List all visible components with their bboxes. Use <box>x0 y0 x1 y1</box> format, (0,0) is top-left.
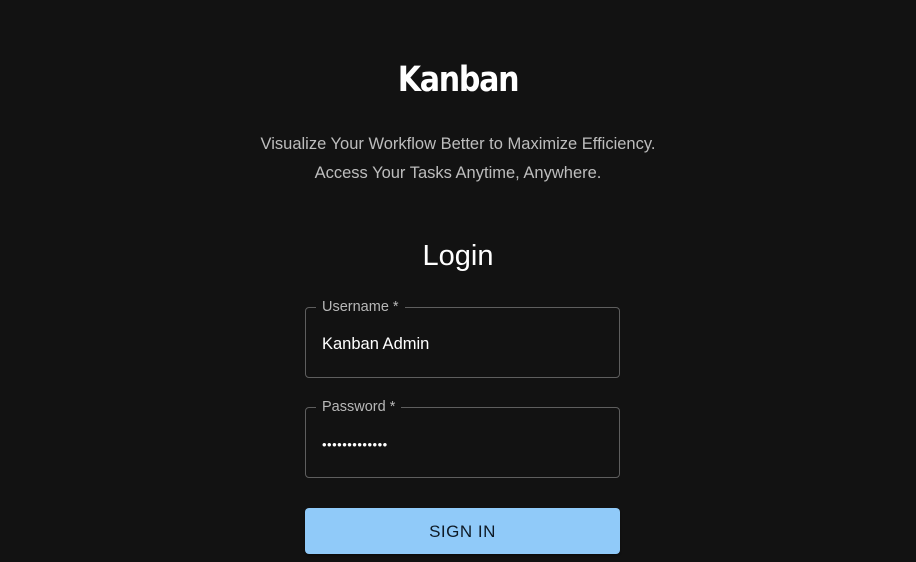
username-field[interactable]: Username * Kanban Admin <box>305 299 620 378</box>
password-field[interactable]: Password * ••••••••••••• <box>305 399 620 478</box>
password-input[interactable]: ••••••••••••• <box>322 434 606 456</box>
username-input[interactable]: Kanban Admin <box>322 333 606 355</box>
login-page: Kanban Visualize Your Workflow Better to… <box>0 0 916 562</box>
tagline-line-2: Access Your Tasks Anytime, Anywhere. <box>314 164 602 182</box>
app-title: Kanban <box>397 60 520 100</box>
login-heading: Login <box>422 240 494 272</box>
sign-in-button[interactable]: SIGN IN <box>305 508 620 554</box>
username-label: Username * <box>322 299 399 315</box>
tagline-line-1: Visualize Your Workflow Better to Maximi… <box>260 135 656 153</box>
password-label: Password * <box>322 399 396 415</box>
